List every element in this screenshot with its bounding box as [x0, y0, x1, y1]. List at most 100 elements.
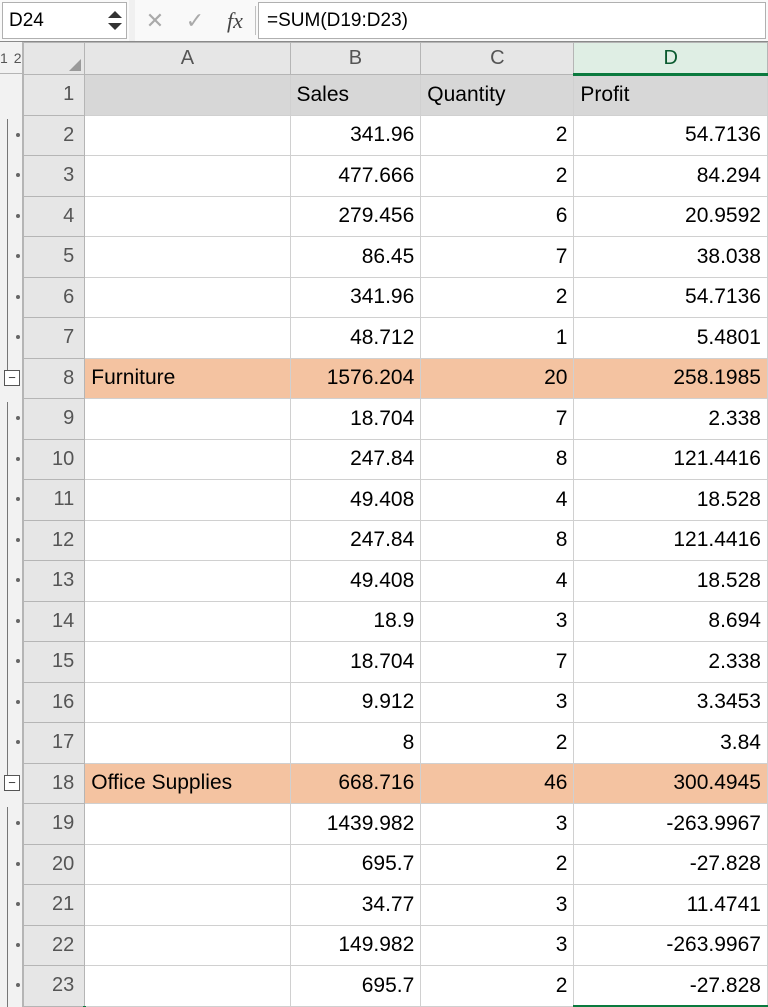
cell-C10[interactable]: 8 [421, 439, 574, 480]
outline-levels[interactable]: 1 2 [0, 42, 22, 74]
cell-A4[interactable] [85, 196, 290, 237]
function-wizard-button[interactable]: fx [215, 0, 255, 41]
cell-A8[interactable]: Furniture [85, 358, 290, 399]
cell-D18[interactable]: 300.4945 [574, 763, 768, 804]
cell-C13[interactable]: 4 [421, 561, 574, 602]
cell-B22[interactable]: 149.982 [290, 925, 421, 966]
cell-B4[interactable]: 279.456 [290, 196, 421, 237]
row-header[interactable]: 1 [23, 75, 85, 116]
outline-collapse-button[interactable]: − [0, 358, 38, 399]
cell-B16[interactable]: 9.912 [290, 682, 421, 723]
cell-C17[interactable]: 2 [421, 723, 574, 764]
column-header-B[interactable]: B [290, 43, 421, 75]
name-box-stepper[interactable] [106, 11, 126, 30]
cell-B17[interactable]: 8 [290, 723, 421, 764]
accept-formula-button[interactable]: ✓ [175, 0, 215, 41]
cell-A19[interactable] [85, 804, 290, 845]
cell-C16[interactable]: 3 [421, 682, 574, 723]
column-header-A[interactable]: A [85, 43, 290, 75]
cell-C5[interactable]: 7 [421, 237, 574, 278]
cell-A22[interactable] [85, 925, 290, 966]
cell-B19[interactable]: 1439.982 [290, 804, 421, 845]
cell-A9[interactable] [85, 399, 290, 440]
cell-C12[interactable]: 8 [421, 520, 574, 561]
cell-D5[interactable]: 38.038 [574, 237, 768, 278]
cell-A14[interactable] [85, 601, 290, 642]
cancel-formula-button[interactable]: ✕ [135, 0, 175, 41]
cell-B11[interactable]: 49.408 [290, 480, 421, 521]
cell-B23[interactable]: 695.7 [290, 966, 421, 1007]
outline-level-1[interactable]: 1 [0, 50, 8, 66]
cell-B14[interactable]: 18.9 [290, 601, 421, 642]
cell-B10[interactable]: 247.84 [290, 439, 421, 480]
cell-D12[interactable]: 121.4416 [574, 520, 768, 561]
cell-A3[interactable] [85, 156, 290, 197]
cell-D17[interactable]: 3.84 [574, 723, 768, 764]
cell-A1[interactable] [85, 75, 290, 116]
cell-D16[interactable]: 3.3453 [574, 682, 768, 723]
cell-D7[interactable]: 5.4801 [574, 318, 768, 359]
cell-C11[interactable]: 4 [421, 480, 574, 521]
cell-A21[interactable] [85, 885, 290, 926]
cell-D8[interactable]: 258.1985 [574, 358, 768, 399]
cell-C3[interactable]: 2 [421, 156, 574, 197]
cell-B5[interactable]: 86.45 [290, 237, 421, 278]
cell-D4[interactable]: 20.9592 [574, 196, 768, 237]
cell-B7[interactable]: 48.712 [290, 318, 421, 359]
outline-level-2[interactable]: 2 [14, 50, 22, 66]
cell-A6[interactable] [85, 277, 290, 318]
cell-C19[interactable]: 3 [421, 804, 574, 845]
outline-collapse-button[interactable]: − [0, 763, 38, 804]
cell-A11[interactable] [85, 480, 290, 521]
cell-A2[interactable] [85, 115, 290, 156]
cell-A12[interactable] [85, 520, 290, 561]
cell-D20[interactable]: -27.828 [574, 844, 768, 885]
cell-B13[interactable]: 49.408 [290, 561, 421, 602]
cell-B3[interactable]: 477.666 [290, 156, 421, 197]
cell-C7[interactable]: 1 [421, 318, 574, 359]
cell-A7[interactable] [85, 318, 290, 359]
cell-B20[interactable]: 695.7 [290, 844, 421, 885]
cell-A20[interactable] [85, 844, 290, 885]
cell-C23[interactable]: 2 [421, 966, 574, 1007]
cell-A23[interactable] [85, 966, 290, 1007]
spreadsheet-grid[interactable]: A B C D 1SalesQuantityProfit2341.96254.7… [23, 42, 768, 1007]
cell-D9[interactable]: 2.338 [574, 399, 768, 440]
cell-A15[interactable] [85, 642, 290, 683]
cell-B12[interactable]: 247.84 [290, 520, 421, 561]
cell-B1[interactable]: Sales [290, 75, 421, 116]
cell-C8[interactable]: 20 [421, 358, 574, 399]
cell-D22[interactable]: -263.9967 [574, 925, 768, 966]
cell-C9[interactable]: 7 [421, 399, 574, 440]
cell-D6[interactable]: 54.7136 [574, 277, 768, 318]
chevron-down-icon[interactable] [108, 23, 122, 30]
cell-D21[interactable]: 11.4741 [574, 885, 768, 926]
cell-B8[interactable]: 1576.204 [290, 358, 421, 399]
cell-C20[interactable]: 2 [421, 844, 574, 885]
cell-C4[interactable]: 6 [421, 196, 574, 237]
cell-C2[interactable]: 2 [421, 115, 574, 156]
cell-D15[interactable]: 2.338 [574, 642, 768, 683]
cell-D2[interactable]: 54.7136 [574, 115, 768, 156]
cell-A10[interactable] [85, 439, 290, 480]
column-header-C[interactable]: C [421, 43, 574, 75]
cell-B21[interactable]: 34.77 [290, 885, 421, 926]
cell-C21[interactable]: 3 [421, 885, 574, 926]
name-box[interactable]: D24 [2, 2, 127, 39]
cell-A13[interactable] [85, 561, 290, 602]
cell-B2[interactable]: 341.96 [290, 115, 421, 156]
cell-C14[interactable]: 3 [421, 601, 574, 642]
cell-A5[interactable] [85, 237, 290, 278]
cell-D10[interactable]: 121.4416 [574, 439, 768, 480]
cell-B15[interactable]: 18.704 [290, 642, 421, 683]
cell-B18[interactable]: 668.716 [290, 763, 421, 804]
cell-D19[interactable]: -263.9967 [574, 804, 768, 845]
cell-D1[interactable]: Profit [574, 75, 768, 116]
cell-C18[interactable]: 46 [421, 763, 574, 804]
cell-C6[interactable]: 2 [421, 277, 574, 318]
cell-B6[interactable]: 341.96 [290, 277, 421, 318]
cell-D3[interactable]: 84.294 [574, 156, 768, 197]
cell-C15[interactable]: 7 [421, 642, 574, 683]
cell-D11[interactable]: 18.528 [574, 480, 768, 521]
column-header-D[interactable]: D [574, 43, 768, 75]
